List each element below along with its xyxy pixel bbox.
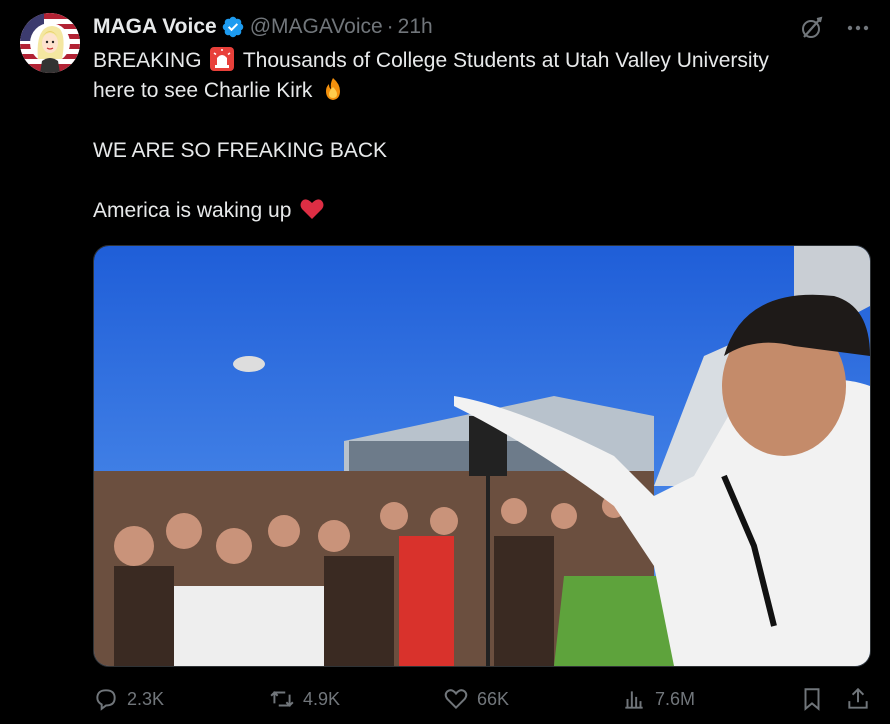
reply-count: 2.3K xyxy=(127,688,165,709)
grok-icon[interactable] xyxy=(798,14,826,42)
line4-text: America is waking up xyxy=(93,199,292,222)
like-button[interactable]: 66K xyxy=(443,686,509,712)
tweet-header: MAGA Voice @MAGAVoice · 21h xyxy=(93,13,433,41)
repost-icon xyxy=(270,691,294,707)
fire-emoji-icon xyxy=(326,78,341,100)
reply-icon xyxy=(96,689,116,711)
author-handle[interactable]: @MAGAVoice xyxy=(250,15,383,39)
repost-button[interactable]: 4.9K xyxy=(269,686,340,712)
tweet-text: BREAKING Thousands of College Students a… xyxy=(93,46,863,226)
breaking-text: BREAKING xyxy=(93,49,202,72)
line3-text: WE ARE SO FREAKING BACK xyxy=(93,139,388,162)
view-count: 7.6M xyxy=(655,688,696,709)
action-bar: 2.3K 4.9K 66K 7.6M xyxy=(93,682,875,716)
reply-button[interactable]: 2.3K xyxy=(93,686,164,712)
like-icon xyxy=(444,689,468,710)
siren-emoji-icon xyxy=(210,47,235,71)
bookmark-icon xyxy=(804,688,820,711)
avatar[interactable] xyxy=(20,13,80,73)
heart-emoji-icon xyxy=(300,199,324,219)
views-button[interactable]: 7.6M xyxy=(621,686,695,712)
like-count: 66K xyxy=(477,688,510,709)
views-icon xyxy=(625,691,643,709)
repost-count: 4.9K xyxy=(303,688,341,709)
bookmark-button[interactable] xyxy=(799,686,825,712)
headline-text: Thousands of College Students at Utah Va… xyxy=(242,49,769,72)
tweet-video[interactable] xyxy=(93,245,871,667)
share-icon xyxy=(848,687,868,709)
author-name[interactable]: MAGA Voice xyxy=(93,15,217,39)
separator-dot: · xyxy=(386,15,394,38)
timestamp[interactable]: 21h xyxy=(398,15,433,39)
verified-badge-icon xyxy=(221,15,245,39)
more-icon[interactable] xyxy=(844,14,872,42)
share-button[interactable] xyxy=(845,686,871,712)
line2-text: here to see Charlie Kirk xyxy=(93,79,313,102)
